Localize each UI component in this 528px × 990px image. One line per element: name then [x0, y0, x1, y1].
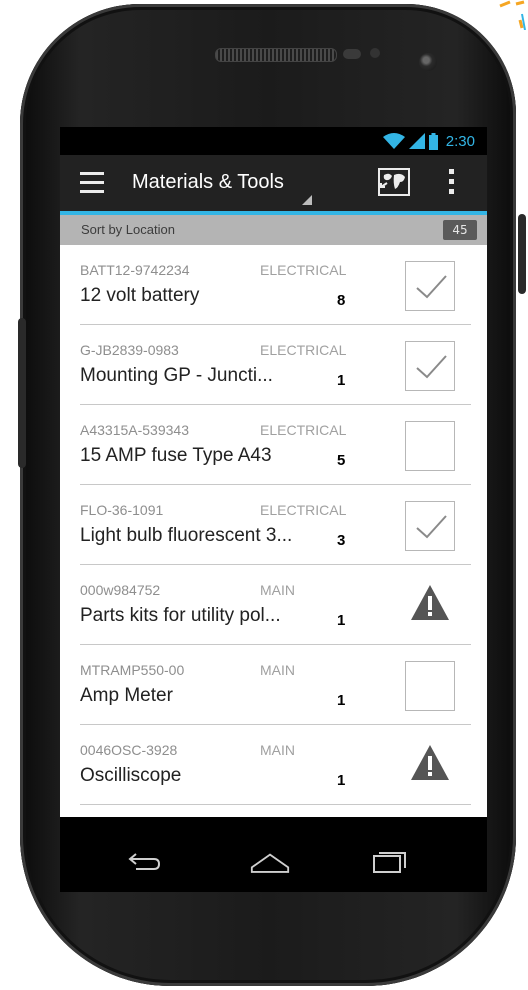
wifi-icon — [382, 133, 405, 149]
earpiece-speaker — [215, 48, 337, 62]
status-icons: 2:30 — [382, 132, 475, 150]
decorative-mark — [499, 0, 526, 30]
item-category: MAIN — [260, 742, 295, 758]
row-divider — [80, 804, 471, 805]
item-name: Oscilliscope — [80, 765, 182, 786]
item-name: 12 volt battery — [80, 285, 200, 306]
warning-icon[interactable] — [409, 743, 451, 783]
item-name: Mounting GP - Juncti... — [80, 365, 273, 386]
recent-apps-icon[interactable] — [370, 844, 410, 878]
item-code: 000w984752 — [80, 582, 161, 598]
list-item[interactable]: 000w984752 MAIN Parts kits for utility p… — [60, 565, 487, 645]
list-item[interactable]: A43315A-539343 ELECTRICAL 15 AMP fuse Ty… — [60, 405, 487, 485]
item-quantity: 1 — [337, 772, 346, 789]
item-quantity: 1 — [337, 372, 346, 389]
item-category: MAIN — [260, 662, 295, 678]
volume-button — [18, 318, 26, 468]
item-quantity: 5 — [337, 452, 346, 469]
item-code: A43315A-539343 — [80, 422, 189, 438]
count-badge: 45 — [443, 220, 477, 240]
item-name: Light bulb fluorescent 3... — [80, 525, 293, 546]
dropdown-caret-icon — [302, 195, 312, 205]
menu-icon[interactable] — [80, 172, 104, 194]
item-checkbox[interactable] — [405, 261, 455, 311]
overflow-menu-icon[interactable] — [447, 169, 455, 197]
map-icon[interactable] — [377, 167, 411, 197]
sort-label: Sort by Location — [81, 222, 175, 237]
item-category: ELECTRICAL — [260, 422, 347, 438]
item-code: 0046OSC-3928 — [80, 742, 178, 758]
item-category: ELECTRICAL — [260, 342, 347, 358]
item-category: MAIN — [260, 582, 295, 598]
item-quantity: 1 — [337, 612, 346, 629]
list-item[interactable]: FLO-36-1091 ELECTRICAL Light bulb fluore… — [60, 485, 487, 565]
item-category: ELECTRICAL — [260, 262, 347, 278]
light-sensor — [370, 48, 380, 58]
item-code: G-JB2839-0983 — [80, 342, 179, 358]
item-name: Amp Meter — [80, 685, 173, 706]
checkmark-icon — [416, 515, 447, 539]
status-time: 2:30 — [445, 132, 475, 150]
front-camera — [419, 53, 437, 71]
status-bar: 2:30 — [60, 127, 487, 155]
item-name: Parts kits for utility pol... — [80, 605, 281, 626]
screen: 2:30 Materials & Tools Sort by Location … — [60, 127, 487, 830]
battery-icon — [428, 132, 438, 150]
item-checkbox[interactable] — [405, 341, 455, 391]
list-item[interactable]: G-JB2839-0983 ELECTRICAL Mounting GP - J… — [60, 325, 487, 405]
signal-icon — [408, 133, 425, 149]
list-item[interactable]: 0046OSC-3928 MAIN Oscilliscope 1 — [60, 725, 487, 805]
item-checkbox[interactable] — [405, 661, 455, 711]
item-quantity: 8 — [337, 292, 346, 309]
list-item[interactable]: BATT12-9742234 ELECTRICAL 12 volt batter… — [60, 245, 487, 325]
item-quantity: 1 — [337, 692, 346, 709]
item-code: BATT12-9742234 — [80, 262, 190, 278]
item-quantity: 3 — [337, 532, 346, 549]
action-bar: Materials & Tools — [60, 155, 487, 211]
item-checkbox[interactable] — [405, 501, 455, 551]
navigation-bar — [60, 830, 487, 892]
back-icon[interactable] — [124, 844, 164, 878]
page-title[interactable]: Materials & Tools — [132, 171, 284, 194]
checkmark-icon — [416, 275, 447, 299]
home-icon[interactable] — [250, 844, 290, 878]
proximity-sensor — [343, 49, 361, 59]
item-name: 15 AMP fuse Type A43 — [80, 445, 272, 466]
item-category: ELECTRICAL — [260, 502, 347, 518]
sort-bar[interactable]: Sort by Location 45 — [60, 215, 487, 245]
list-item[interactable]: MTRAMP550-00 MAIN Amp Meter 1 — [60, 645, 487, 725]
item-code: MTRAMP550-00 — [80, 662, 185, 678]
item-code: FLO-36-1091 — [80, 502, 164, 518]
materials-list: BATT12-9742234 ELECTRICAL 12 volt batter… — [60, 245, 487, 817]
warning-icon[interactable] — [409, 583, 451, 623]
item-checkbox[interactable] — [405, 421, 455, 471]
checkmark-icon — [416, 355, 447, 379]
power-button — [518, 214, 526, 294]
